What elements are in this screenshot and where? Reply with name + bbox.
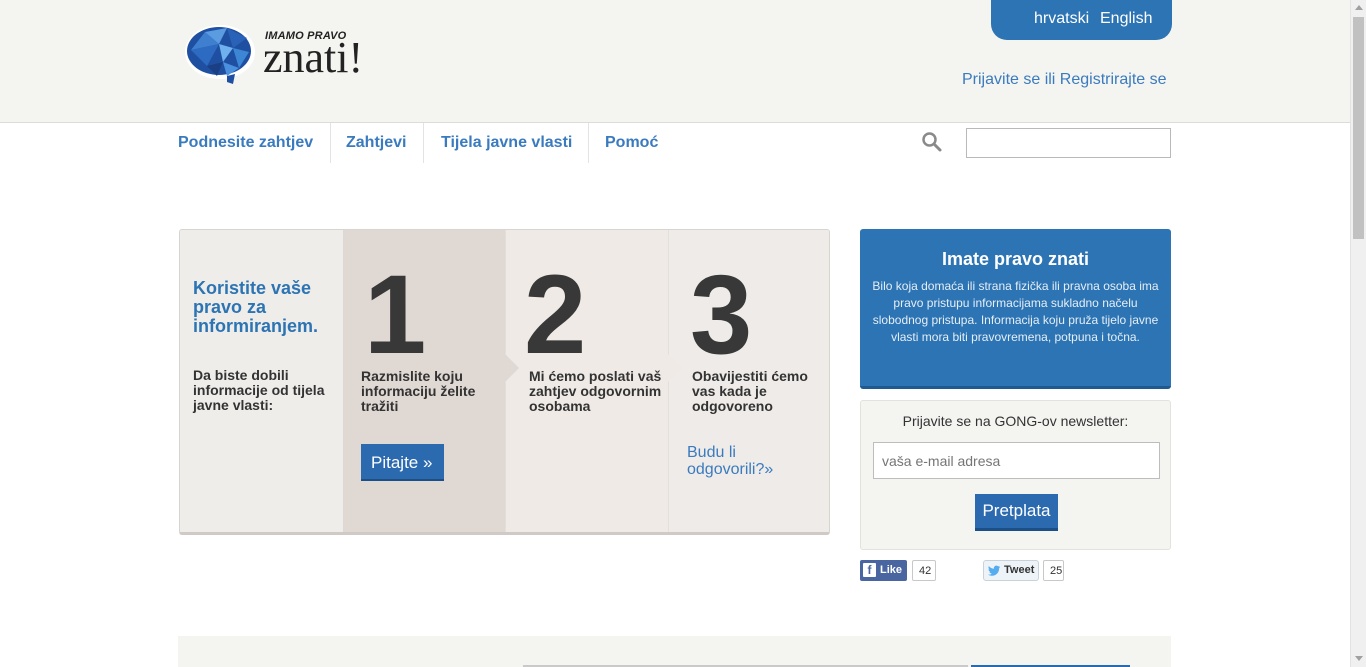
how-it-works-panel: Koristite vaše pravo za informiranjem. D… xyxy=(179,229,830,535)
language-hrvatski[interactable]: hrvatski xyxy=(1034,10,1089,28)
answered-link[interactable]: Budu li odgovorili?» xyxy=(687,444,807,478)
site-logo[interactable]: Imamo pravo znati! xyxy=(183,22,383,86)
newsletter-box: Prijavite se na GONG-ov newsletter: Pret… xyxy=(860,400,1171,550)
nav-item-help[interactable]: Pomoć xyxy=(605,123,658,163)
nav-divider xyxy=(423,123,424,163)
step-1-text: Razmislite koju informaciju želite traži… xyxy=(361,368,476,414)
step-arrow xyxy=(505,354,519,382)
newsletter-email-input[interactable] xyxy=(873,442,1160,479)
nav-divider xyxy=(330,123,331,163)
language-english[interactable]: English xyxy=(1100,10,1152,28)
nav-item-public-bodies[interactable]: Tijela javne vlasti xyxy=(441,123,572,163)
vertical-scrollbar[interactable] xyxy=(1350,0,1366,667)
twitter-tweet-label: Tweet xyxy=(1004,564,1035,576)
twitter-bird-icon xyxy=(988,565,1001,576)
facebook-like-count: 42 xyxy=(912,560,936,581)
subscribe-button[interactable]: Pretplata xyxy=(975,494,1058,531)
facebook-icon: f xyxy=(863,563,876,577)
scroll-up-arrow-icon[interactable] xyxy=(1355,5,1363,10)
site-header: Imamo pravo znati! hrvatski English Prij… xyxy=(0,0,1350,123)
nav-divider xyxy=(588,123,589,163)
scrollbar-thumb[interactable] xyxy=(1353,17,1364,239)
nav-item-submit-request[interactable]: Podnesite zahtjev xyxy=(178,123,313,163)
facebook-like-button[interactable]: f Like xyxy=(860,560,907,581)
logo-big-text: znati! xyxy=(263,33,364,82)
login-register-link[interactable]: Prijavite se ili Registrirajte se xyxy=(962,71,1167,89)
search-input[interactable] xyxy=(966,128,1171,158)
twitter-tweet-button[interactable]: Tweet xyxy=(983,560,1039,581)
ask-button[interactable]: Pitajte » xyxy=(361,444,444,481)
step-2-number: 2 xyxy=(524,252,587,377)
intro-text: Da biste dobili informacije od tijela ja… xyxy=(193,367,325,413)
nav-item-requests[interactable]: Zahtjevi xyxy=(346,123,406,163)
brain-logo-icon xyxy=(185,25,255,84)
facebook-like-label: Like xyxy=(880,564,903,576)
step-3-text: Obavijestiti ćemo vas kada je odgovoreno xyxy=(692,368,808,414)
scroll-down-arrow-icon[interactable] xyxy=(1355,656,1363,661)
bottom-section xyxy=(178,636,1171,667)
intro-title: Koristite vaše pravo za informiranjem. xyxy=(193,278,319,336)
search-icon[interactable] xyxy=(921,131,943,153)
step-1-number: 1 xyxy=(364,252,427,377)
twitter-tweet-count: 25 xyxy=(1043,560,1064,581)
language-switcher: hrvatski English xyxy=(991,0,1172,40)
step-arrow xyxy=(668,354,682,382)
step-3-number: 3 xyxy=(690,252,753,377)
info-title: Imate pravo znati xyxy=(941,249,1090,269)
newsletter-label: Prijavite se na GONG-ov newsletter: xyxy=(902,413,1129,429)
info-text: Bilo koja domaća ili strana fizička ili … xyxy=(872,279,1159,344)
step-2-text: Mi ćemo poslati vaš zahtjev odgovornim o… xyxy=(529,368,662,414)
right-to-know-box: Imate pravo znati Bilo koja domaća ili s… xyxy=(860,229,1171,389)
